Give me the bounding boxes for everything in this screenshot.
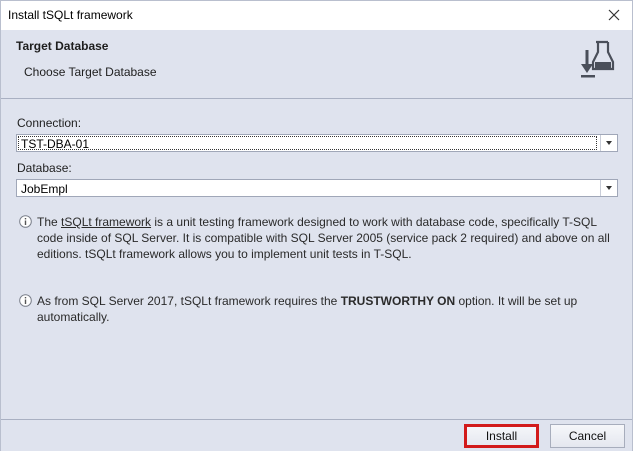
install-dialog: Install tSQLt framework Target Database … <box>0 0 633 451</box>
database-value: JobEmpl <box>21 182 68 196</box>
page-subtitle: Choose Target Database <box>24 65 157 79</box>
title-bar: Install tSQLt framework <box>1 1 632 30</box>
connection-label: Connection: <box>17 116 82 130</box>
focus-rect <box>18 136 597 150</box>
info-description: The tSQLt framework is a unit testing fr… <box>19 214 619 262</box>
header-panel: Target Database Choose Target Database <box>1 30 632 98</box>
chevron-down-icon[interactable] <box>600 180 617 196</box>
info-icon <box>19 294 32 307</box>
info-text-prefix: The <box>37 215 62 229</box>
info-icon <box>19 215 32 228</box>
info-trustworthy-text: As from SQL Server 2017, tSQLt framework… <box>37 293 619 325</box>
install-button[interactable]: Install <box>464 424 539 448</box>
connection-value: TST-DBA-01 <box>21 137 90 151</box>
info-trustworthy: As from SQL Server 2017, tSQLt framework… <box>19 293 619 325</box>
database-label: Database: <box>17 161 72 175</box>
footer-bar: Install Cancel <box>1 419 632 451</box>
window-title: Install tSQLt framework <box>8 8 133 22</box>
flask-install-icon <box>581 40 615 78</box>
connection-select[interactable]: TST-DBA-01 <box>16 134 618 152</box>
trustworthy-keyword: TRUSTWORTHY ON <box>340 294 456 308</box>
database-select[interactable]: JobEmpl <box>16 179 618 197</box>
cancel-button[interactable]: Cancel <box>550 424 625 448</box>
info-description-text: The tSQLt framework is a unit testing fr… <box>37 214 619 262</box>
page-title: Target Database <box>16 39 109 53</box>
close-icon <box>608 9 620 21</box>
tsqlt-link[interactable]: tSQLt framework <box>61 215 151 229</box>
chevron-down-icon[interactable] <box>600 135 617 151</box>
header-separator <box>1 98 632 99</box>
close-button[interactable] <box>604 5 624 25</box>
trustworthy-prefix: As from SQL Server 2017, tSQLt framework… <box>37 294 341 308</box>
